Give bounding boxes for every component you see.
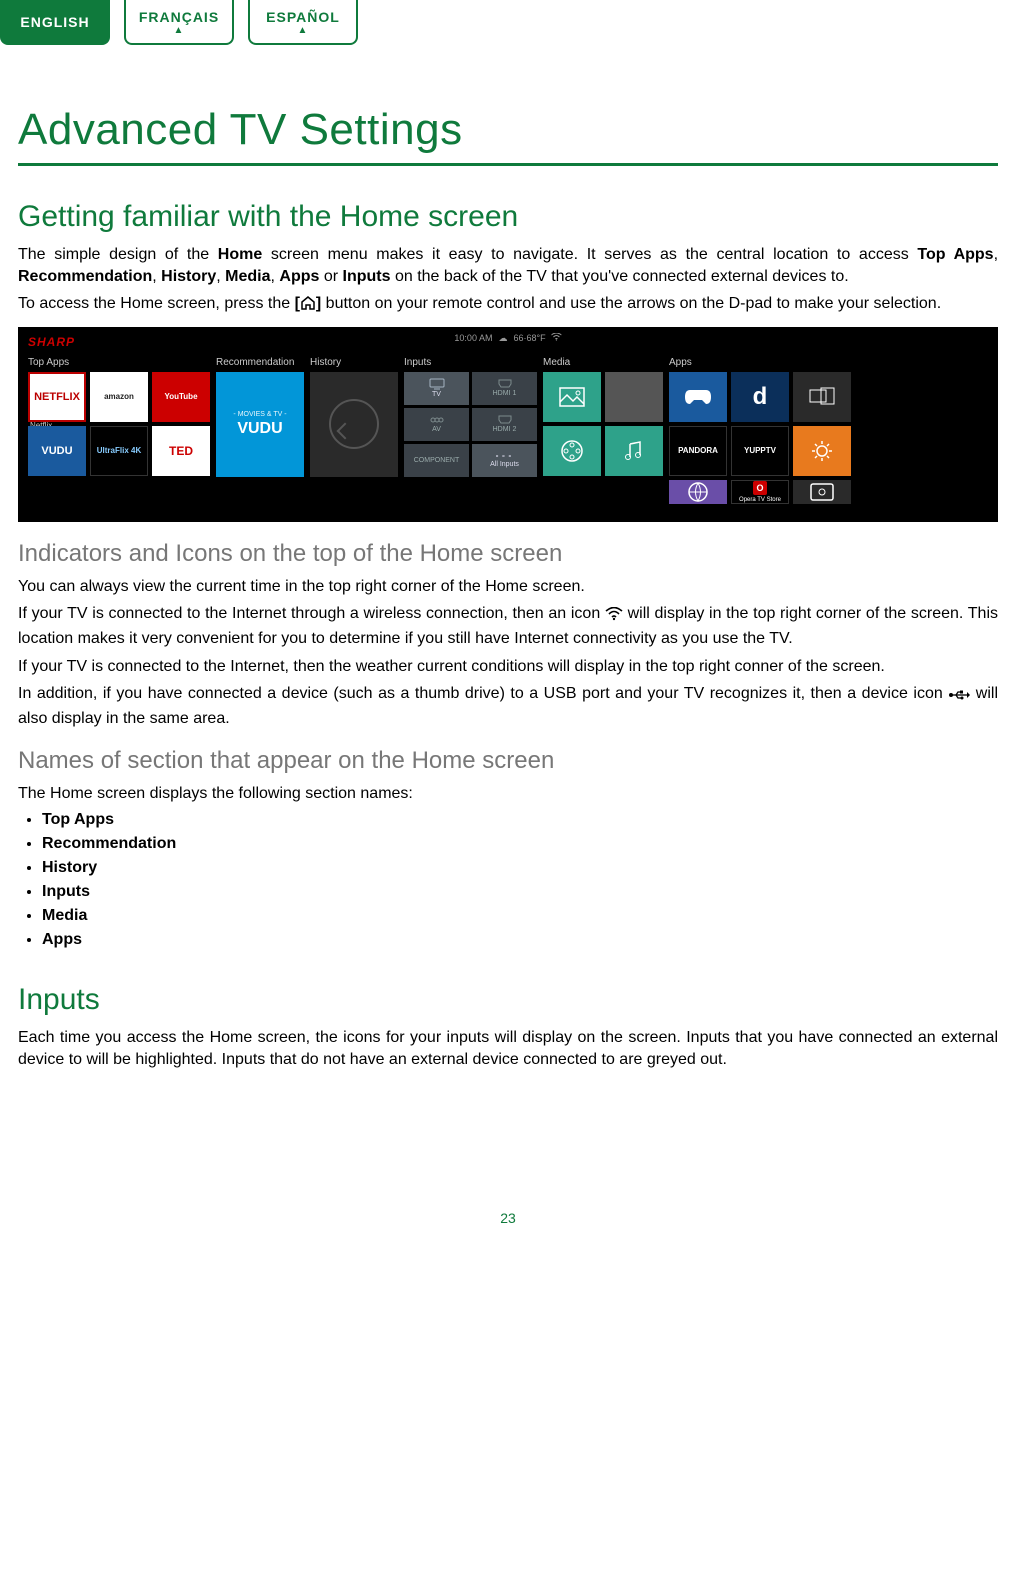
paragraph: Each time you access the Home screen, th…: [18, 1027, 998, 1070]
section-label: Top Apps: [28, 357, 210, 368]
video-reel-icon: [560, 439, 584, 463]
weather-icon: ☁: [498, 333, 507, 344]
chevron-up-icon: ▲: [298, 27, 309, 35]
list-item: History: [42, 859, 998, 877]
tv-section-apps: Apps d PANDORA YUPPTV OOpera TV Store: [669, 357, 851, 504]
chevron-up-icon: ▲: [174, 27, 185, 35]
input-hdmi2[interactable]: HDMI 2: [472, 408, 537, 441]
tv-section-history: History: [310, 357, 398, 477]
ted-tile[interactable]: TED: [152, 426, 210, 476]
music-note-icon: [623, 440, 645, 462]
history-icon: [329, 399, 379, 449]
input-all[interactable]: ∘∘∘All Inputs: [472, 444, 537, 477]
media-photos[interactable]: [543, 372, 601, 422]
lang-espanol[interactable]: ESPAÑOL ▲: [248, 0, 358, 45]
lang-english[interactable]: ENGLISH: [0, 0, 110, 45]
paragraph: In addition, if you have connected a dev…: [18, 683, 998, 729]
lang-espanol-label: ESPAÑOL: [266, 9, 340, 25]
list-item: Apps: [42, 931, 998, 949]
globe-icon: [686, 480, 710, 504]
subsection-heading: Names of section that appear on the Home…: [18, 747, 998, 775]
paragraph: If your TV is connected to the Internet …: [18, 603, 998, 649]
list-item: Recommendation: [42, 835, 998, 853]
input-tv[interactable]: TV: [404, 372, 469, 405]
usb-icon: [948, 686, 970, 708]
page-number: 23: [18, 1210, 998, 1246]
tv-home-screenshot: SHARP 10:00 AM ☁ 66·68°F Top Apps NETFLI…: [18, 327, 998, 522]
section-label: Apps: [669, 357, 851, 368]
image-icon: [559, 387, 585, 407]
sun-icon: [811, 440, 833, 462]
section-label: History: [310, 357, 398, 368]
tv-time: 10:00 AM: [454, 333, 492, 343]
input-hdmi1[interactable]: HDMI 1: [472, 372, 537, 405]
tv-section-media: Media: [543, 357, 663, 476]
section-names-list: Top Apps Recommendation History Inputs M…: [18, 811, 998, 949]
section-label: Media: [543, 357, 663, 368]
app-miracast[interactable]: [793, 372, 851, 422]
paragraph: You can always view the current time in …: [18, 576, 998, 598]
tv-section-inputs: Inputs TV HDMI 1 AV HDMI 2 COMPONENT ∘∘∘…: [404, 357, 537, 477]
input-av[interactable]: AV: [404, 408, 469, 441]
screens-icon: [809, 387, 835, 407]
page-title: Advanced TV Settings: [18, 105, 998, 166]
lang-english-label: ENGLISH: [20, 14, 89, 30]
section-label: Inputs: [404, 357, 537, 368]
recommendation-tile[interactable]: - MOVIES & TV - VUDU: [216, 372, 304, 477]
ultraflix-tile[interactable]: UltraFlix 4K: [90, 426, 148, 476]
media-music[interactable]: [605, 426, 663, 476]
app-d[interactable]: d: [731, 372, 789, 422]
paragraph: The Home screen displays the following s…: [18, 783, 998, 805]
tv-section-topapps: Top Apps NETFLIXNetflix amazon YouTube V…: [28, 357, 210, 476]
section-heading: Getting familiar with the Home screen: [18, 200, 998, 234]
input-component[interactable]: COMPONENT: [404, 444, 469, 477]
app-yupptv[interactable]: YUPPTV: [731, 426, 789, 476]
app-settings[interactable]: [793, 480, 851, 504]
app-accuweather[interactable]: [793, 426, 851, 476]
home-icon: [300, 295, 316, 317]
language-tabs: ENGLISH FRANÇAIS ▲ ESPAÑOL ▲: [0, 0, 1016, 45]
section-heading: Inputs: [18, 983, 998, 1017]
paragraph: The simple design of the Home screen men…: [18, 244, 998, 287]
gear-box-icon: [809, 482, 835, 502]
amazon-tile[interactable]: amazon: [90, 372, 148, 422]
wifi-icon: [552, 333, 562, 343]
paragraph: If your TV is connected to the Internet,…: [18, 656, 998, 678]
netflix-tile[interactable]: NETFLIXNetflix: [28, 372, 86, 422]
tv-status-bar: 10:00 AM ☁ 66·68°F: [454, 333, 561, 344]
gamepad-icon: [684, 388, 712, 406]
lang-francais[interactable]: FRANÇAIS ▲: [124, 0, 234, 45]
wifi-icon: [605, 606, 623, 628]
app-games[interactable]: [669, 372, 727, 422]
media-blank[interactable]: [605, 372, 663, 422]
history-tile[interactable]: [310, 372, 398, 477]
subsection-heading: Indicators and Icons on the top of the H…: [18, 540, 998, 568]
youtube-tile[interactable]: YouTube: [152, 372, 210, 422]
media-video[interactable]: [543, 426, 601, 476]
vudu-tile[interactable]: VUDU: [28, 426, 86, 476]
lang-francais-label: FRANÇAIS: [139, 9, 219, 25]
list-item: Top Apps: [42, 811, 998, 829]
tv-section-recommendation: Recommendation - MOVIES & TV - VUDU: [216, 357, 304, 477]
paragraph: To access the Home screen, press the [] …: [18, 293, 998, 317]
section-label: Recommendation: [216, 357, 304, 368]
tv-temp: 66·68°F: [513, 333, 545, 343]
app-opera[interactable]: OOpera TV Store: [731, 480, 789, 504]
list-item: Media: [42, 907, 998, 925]
app-pandora[interactable]: PANDORA: [669, 426, 727, 476]
list-item: Inputs: [42, 883, 998, 901]
app-globe[interactable]: [669, 480, 727, 504]
